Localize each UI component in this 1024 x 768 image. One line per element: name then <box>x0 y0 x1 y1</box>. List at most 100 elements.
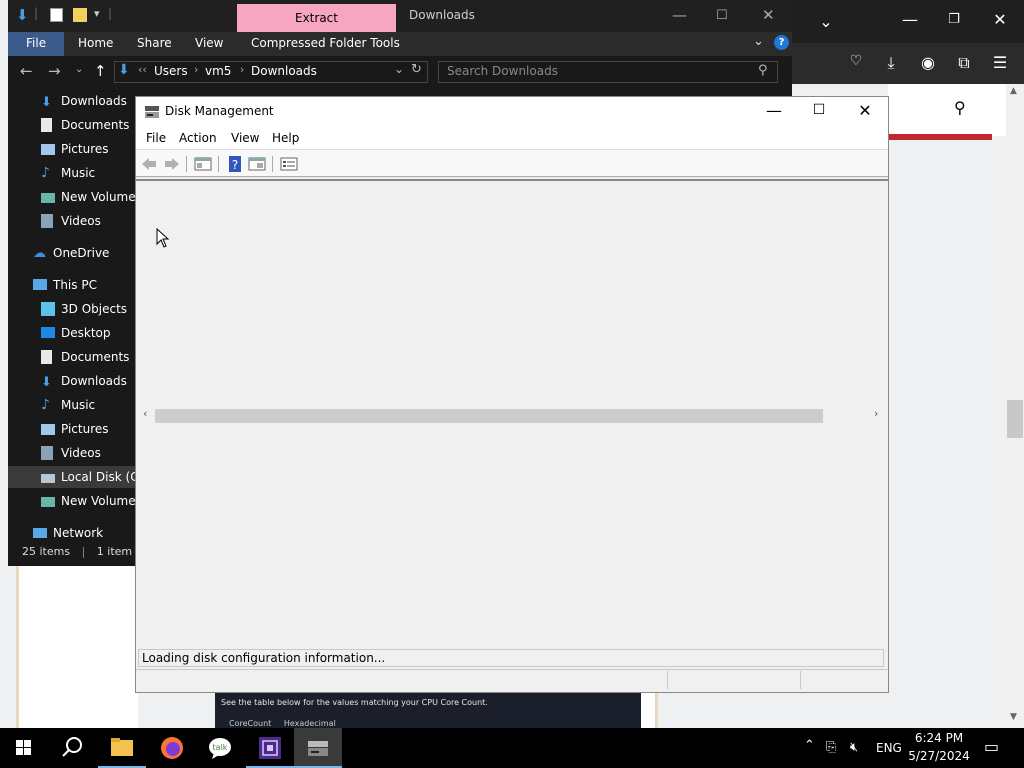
help-icon[interactable]: ? <box>226 155 244 173</box>
cpu-tool-taskbar-icon[interactable] <box>246 728 294 768</box>
nav-item-videos-pc[interactable]: Videos <box>8 442 138 464</box>
menu-icon[interactable]: ☰ <box>988 53 1012 72</box>
search-icon[interactable]: ⚲ <box>758 63 768 78</box>
file-explorer-taskbar-icon[interactable] <box>98 728 146 768</box>
scroll-down-icon[interactable]: ▼ <box>1010 712 1017 722</box>
toolbar-separator <box>272 156 273 172</box>
disk-management-taskbar-icon[interactable] <box>294 728 342 768</box>
download-icon[interactable]: ⤓ <box>879 53 903 73</box>
breadcrumb-downloads[interactable]: Downloads <box>251 64 317 78</box>
dm-close-icon[interactable]: ✕ <box>850 101 880 120</box>
document-icon <box>41 350 52 364</box>
back-arrow-icon[interactable]: ← <box>20 62 33 80</box>
back-arrow-icon[interactable] <box>140 155 158 173</box>
nav-item-downloads-pc[interactable]: ⬇ Downloads <box>8 370 138 392</box>
status-selected-count: 1 item se <box>96 545 138 558</box>
extract-context-tab[interactable]: Extract <box>237 4 396 32</box>
start-button[interactable] <box>0 728 48 768</box>
nav-item-downloads[interactable]: ⬇ Downloads <box>8 90 138 112</box>
explorer-maximize-icon[interactable]: ☐ <box>716 8 728 23</box>
ribbon-tab-home[interactable]: Home <box>78 36 113 50</box>
nav-item-pictures-pc[interactable]: Pictures <box>8 418 138 440</box>
nav-item-new-volume[interactable]: New Volume ( <box>8 186 138 208</box>
refresh-icon[interactable]: ↻ <box>411 62 422 77</box>
properties-icon[interactable] <box>248 155 266 173</box>
drive-icon <box>41 497 55 507</box>
network-icon <box>33 528 47 538</box>
pocket-icon[interactable]: ♡ <box>844 53 868 69</box>
search-button[interactable] <box>48 728 96 768</box>
recent-locations-chevron-icon[interactable]: ⌄ <box>75 64 83 75</box>
nav-item-music-pc[interactable]: ♪ Music <box>8 394 138 416</box>
nav-item-videos[interactable]: Videos <box>8 210 138 232</box>
tab-list-chevron-icon[interactable]: ⌄ <box>814 12 838 31</box>
breadcrumb-users[interactable]: Users <box>154 64 188 78</box>
dm-maximize-icon[interactable]: ☐ <box>804 102 834 118</box>
status-divider <box>800 671 801 689</box>
dm-minimize-icon[interactable]: — <box>759 101 789 120</box>
nav-item-documents-pc[interactable]: Documents <box>8 346 138 368</box>
new-folder-icon[interactable] <box>73 8 87 22</box>
properties-icon[interactable] <box>50 8 63 22</box>
local-disk-icon <box>41 474 55 483</box>
ribbon-tab-view[interactable]: View <box>195 36 223 50</box>
network-status-icon[interactable]: ⎘ <box>826 740 836 755</box>
explorer-window-title: Downloads <box>409 8 475 22</box>
page-code-panel: See the table below for the values match… <box>215 692 641 728</box>
ribbon-tab-file[interactable]: File <box>26 36 46 50</box>
explorer-minimize-icon[interactable]: — <box>672 6 687 24</box>
menu-help[interactable]: Help <box>272 131 299 145</box>
separator-icon: | <box>34 6 39 20</box>
nav-item-documents[interactable]: Documents <box>8 114 138 136</box>
explorer-close-icon[interactable]: ✕ <box>762 6 775 24</box>
ribbon-expand-chevron-icon[interactable]: ⌄ <box>753 34 764 49</box>
notifications-icon[interactable]: ▭ <box>984 737 999 756</box>
forward-arrow-icon[interactable] <box>163 155 181 173</box>
menu-file[interactable]: File <box>146 131 166 145</box>
video-icon <box>41 446 53 460</box>
nav-item-3d-objects[interactable]: 3D Objects <box>8 298 138 320</box>
list-view-icon[interactable] <box>280 155 298 173</box>
close-icon[interactable]: ✕ <box>988 10 1012 29</box>
search-icon[interactable]: ⚲ <box>954 98 966 117</box>
show-hide-console-tree-icon[interactable] <box>194 155 212 173</box>
ribbon-tab-compressed-folder-tools[interactable]: Compressed Folder Tools <box>251 36 400 50</box>
up-arrow-icon[interactable]: ↑ <box>94 62 107 80</box>
scroll-up-icon[interactable]: ▲ <box>1010 86 1017 96</box>
show-hidden-icons-chevron-icon[interactable]: ⌃ <box>804 738 815 753</box>
help-icon[interactable]: ? <box>774 35 789 50</box>
clock-time[interactable]: 6:24 PM <box>912 731 966 745</box>
horizontal-scrollbar-thumb[interactable] <box>155 409 823 423</box>
panel-col1: CoreCount <box>229 719 272 728</box>
language-indicator[interactable]: ENG <box>876 741 902 755</box>
scroll-left-icon[interactable]: ‹ <box>143 407 147 420</box>
forward-arrow-icon[interactable]: → <box>48 62 61 80</box>
nav-item-desktop[interactable]: Desktop <box>8 322 138 344</box>
clock-date[interactable]: 5/27/2024 <box>908 749 970 763</box>
search-input[interactable]: Search Downloads <box>438 61 778 83</box>
menu-action[interactable]: Action <box>179 131 217 145</box>
nav-item-pictures[interactable]: Pictures <box>8 138 138 160</box>
address-dropdown-chevron-icon[interactable]: ⌄ <box>394 62 404 76</box>
menu-view[interactable]: View <box>231 131 259 145</box>
minimize-icon[interactable]: — <box>898 10 922 29</box>
nav-item-new-volume-pc[interactable]: New Volume ( <box>8 490 138 512</box>
ribbon-tab-share[interactable]: Share <box>137 36 172 50</box>
scroll-right-icon[interactable]: › <box>874 407 878 420</box>
disk-graphical-pane[interactable] <box>136 425 888 647</box>
extensions-icon[interactable]: ⧉ <box>952 53 976 73</box>
talk-taskbar-icon[interactable]: talk <box>196 728 244 768</box>
volume-list-pane[interactable] <box>136 179 888 409</box>
nav-item-local-disk-c[interactable]: Local Disk (C:) <box>8 466 138 488</box>
firefox-taskbar-icon[interactable] <box>148 728 196 768</box>
account-icon[interactable]: ◉ <box>916 53 940 72</box>
nav-item-music[interactable]: ♪ Music <box>8 162 138 184</box>
page-scrollbar-thumb[interactable] <box>1007 400 1023 438</box>
quick-access-chevron-icon[interactable]: ▾ <box>94 7 100 20</box>
nav-item-this-pc[interactable]: This PC <box>8 274 138 296</box>
nav-item-onedrive[interactable]: ☁ OneDrive <box>8 242 138 264</box>
breadcrumb-vm5[interactable]: vm5 <box>205 64 231 78</box>
volume-muted-icon[interactable]: 🔇︎ <box>850 740 858 755</box>
restore-icon[interactable]: ❐ <box>942 12 966 27</box>
loading-status-text: Loading disk configuration information..… <box>138 649 884 667</box>
